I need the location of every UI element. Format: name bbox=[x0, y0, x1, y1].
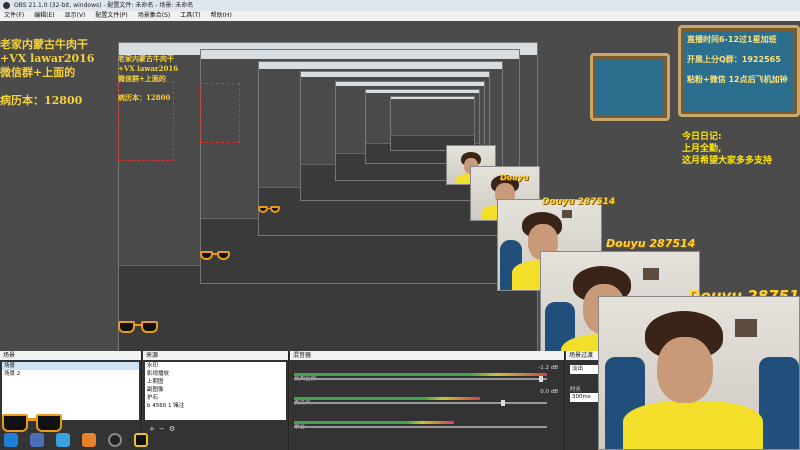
add-source-button[interactable]: + bbox=[149, 425, 155, 433]
douyu-logo-nested-1: Douyu 287514 bbox=[606, 237, 696, 250]
sunglasses-icon-large bbox=[2, 414, 62, 434]
sunglasses-icon-nested bbox=[200, 251, 230, 261]
mixer-channel[interactable]: 桌面音频 -1.2 dB bbox=[294, 365, 560, 383]
sources-title: 来源 bbox=[143, 351, 288, 360]
remove-source-button[interactable]: − bbox=[159, 425, 165, 433]
selection-box-nested bbox=[200, 83, 240, 143]
obs-taskbar-icon[interactable] bbox=[108, 433, 122, 447]
scene-item[interactable]: 场景 bbox=[2, 362, 139, 370]
volume-slider-knob[interactable] bbox=[538, 376, 543, 382]
title-bar: OBS 21.1.0 (32-bit, windows) - 配置文件: 未命名… bbox=[0, 0, 800, 11]
scenes-list[interactable]: 场景 场景 2 bbox=[2, 362, 139, 420]
mixer-channel-value: -1.2 dB bbox=[538, 365, 558, 371]
sunglasses-icon-nested-2 bbox=[258, 206, 280, 214]
source-item[interactable]: b 4560 1 赌注 bbox=[145, 402, 286, 410]
source-item[interactable]: 影视播放 bbox=[145, 370, 286, 378]
source-item[interactable]: 副图像 bbox=[145, 386, 286, 394]
menu-help[interactable]: 帮助(H) bbox=[211, 11, 232, 21]
menu-profile[interactable]: 配置文件(P) bbox=[95, 11, 127, 21]
volume-slider-knob[interactable] bbox=[501, 400, 506, 406]
nested-overlay-line-1: 老家内蒙古牛肉干 bbox=[118, 54, 174, 63]
menu-file[interactable]: 文件(F) bbox=[4, 11, 24, 21]
menu-scene-collection[interactable]: 场景集合(S) bbox=[138, 11, 171, 21]
nested-overlay-line-2: +VX lawar2016 bbox=[118, 64, 179, 73]
schedule-sign-nested bbox=[590, 53, 670, 121]
sources-list[interactable]: 水印 影视播放 上期图 副图像 护石 b 4560 1 赌注 bbox=[145, 362, 286, 420]
mixer-channel[interactable]: 录音 bbox=[294, 413, 560, 431]
menu-bar: 文件(F) 编辑(E) 显示(V) 配置文件(P) 场景集合(S) 工具(T) … bbox=[0, 11, 800, 21]
mixer-channel[interactable]: 麦克风 0.0 dB bbox=[294, 389, 560, 407]
douyu-logo-nested-3: Douyu bbox=[500, 173, 529, 182]
sources-panel: 来源 水印 影视播放 上期图 副图像 护石 b 4560 1 赌注 + − ⚙ bbox=[143, 351, 289, 450]
window-title: OBS 21.1.0 (32-bit, windows) - 配置文件: 未命名… bbox=[14, 2, 194, 9]
app-icon[interactable] bbox=[30, 433, 44, 447]
app-icon[interactable] bbox=[82, 433, 96, 447]
mixer-title: 混音器 bbox=[290, 351, 564, 360]
source-item[interactable]: 护石 bbox=[145, 394, 286, 402]
webcam-main bbox=[598, 296, 800, 450]
schedule-sign: 直播时间6-12过1星加班 开黑上分Q群：1922565 粘粉+微信 12点后飞… bbox=[678, 25, 800, 117]
mixer-panel: 混音器 桌面音频 -1.2 dB 麦克风 0.0 dB 录音 bbox=[290, 351, 565, 450]
diary-line-1: 今日日记: bbox=[682, 132, 722, 142]
diary-line-3: 这月希望大家多多支持 bbox=[682, 156, 773, 166]
diary-line-2: 上月全勤, bbox=[682, 144, 722, 154]
sunglasses-icon bbox=[118, 321, 158, 335]
source-settings-icon[interactable]: ⚙ bbox=[169, 425, 175, 433]
start-icon[interactable] bbox=[4, 433, 18, 447]
overlay-line-2: +VX lawar2016 bbox=[0, 52, 95, 65]
sign-line-3: 粘粉+微信 12点后飞机加钟 bbox=[687, 75, 788, 84]
app-icon[interactable] bbox=[134, 433, 148, 447]
menu-view[interactable]: 显示(V) bbox=[65, 11, 86, 21]
source-item[interactable]: 水印 bbox=[145, 362, 286, 370]
overlay-line-4: 病历本：12800 bbox=[0, 94, 83, 107]
browser-icon[interactable] bbox=[56, 433, 70, 447]
nested-overlay-line-3: 微信群+上面的 bbox=[118, 74, 166, 83]
mixer-channel-value: 0.0 dB bbox=[540, 389, 558, 395]
sign-line-1: 直播时间6-12过1星加班 bbox=[687, 35, 777, 44]
obs-logo-icon bbox=[3, 2, 10, 9]
nested-preview-7 bbox=[390, 96, 475, 151]
source-item[interactable]: 上期图 bbox=[145, 378, 286, 386]
wall-picture bbox=[733, 317, 759, 339]
menu-tools[interactable]: 工具(T) bbox=[180, 11, 200, 21]
scenes-title: 场景 bbox=[0, 351, 141, 360]
scene-item[interactable]: 场景 2 bbox=[2, 370, 139, 378]
overlay-line-1: 老家内蒙古牛肉干 bbox=[0, 38, 88, 51]
overlay-line-3: 微信群+上面的 bbox=[0, 66, 76, 79]
obs-window: OBS 21.1.0 (32-bit, windows) - 配置文件: 未命名… bbox=[0, 0, 800, 450]
nested-overlay-line-4: 病历本：12800 bbox=[118, 93, 171, 102]
menu-edit[interactable]: 编辑(E) bbox=[34, 11, 54, 21]
douyu-logo-nested-2: Douyu 287514 bbox=[542, 197, 616, 207]
sign-line-2: 开黑上分Q群：1922565 bbox=[687, 55, 781, 64]
duration-label: 时长 bbox=[570, 387, 582, 393]
